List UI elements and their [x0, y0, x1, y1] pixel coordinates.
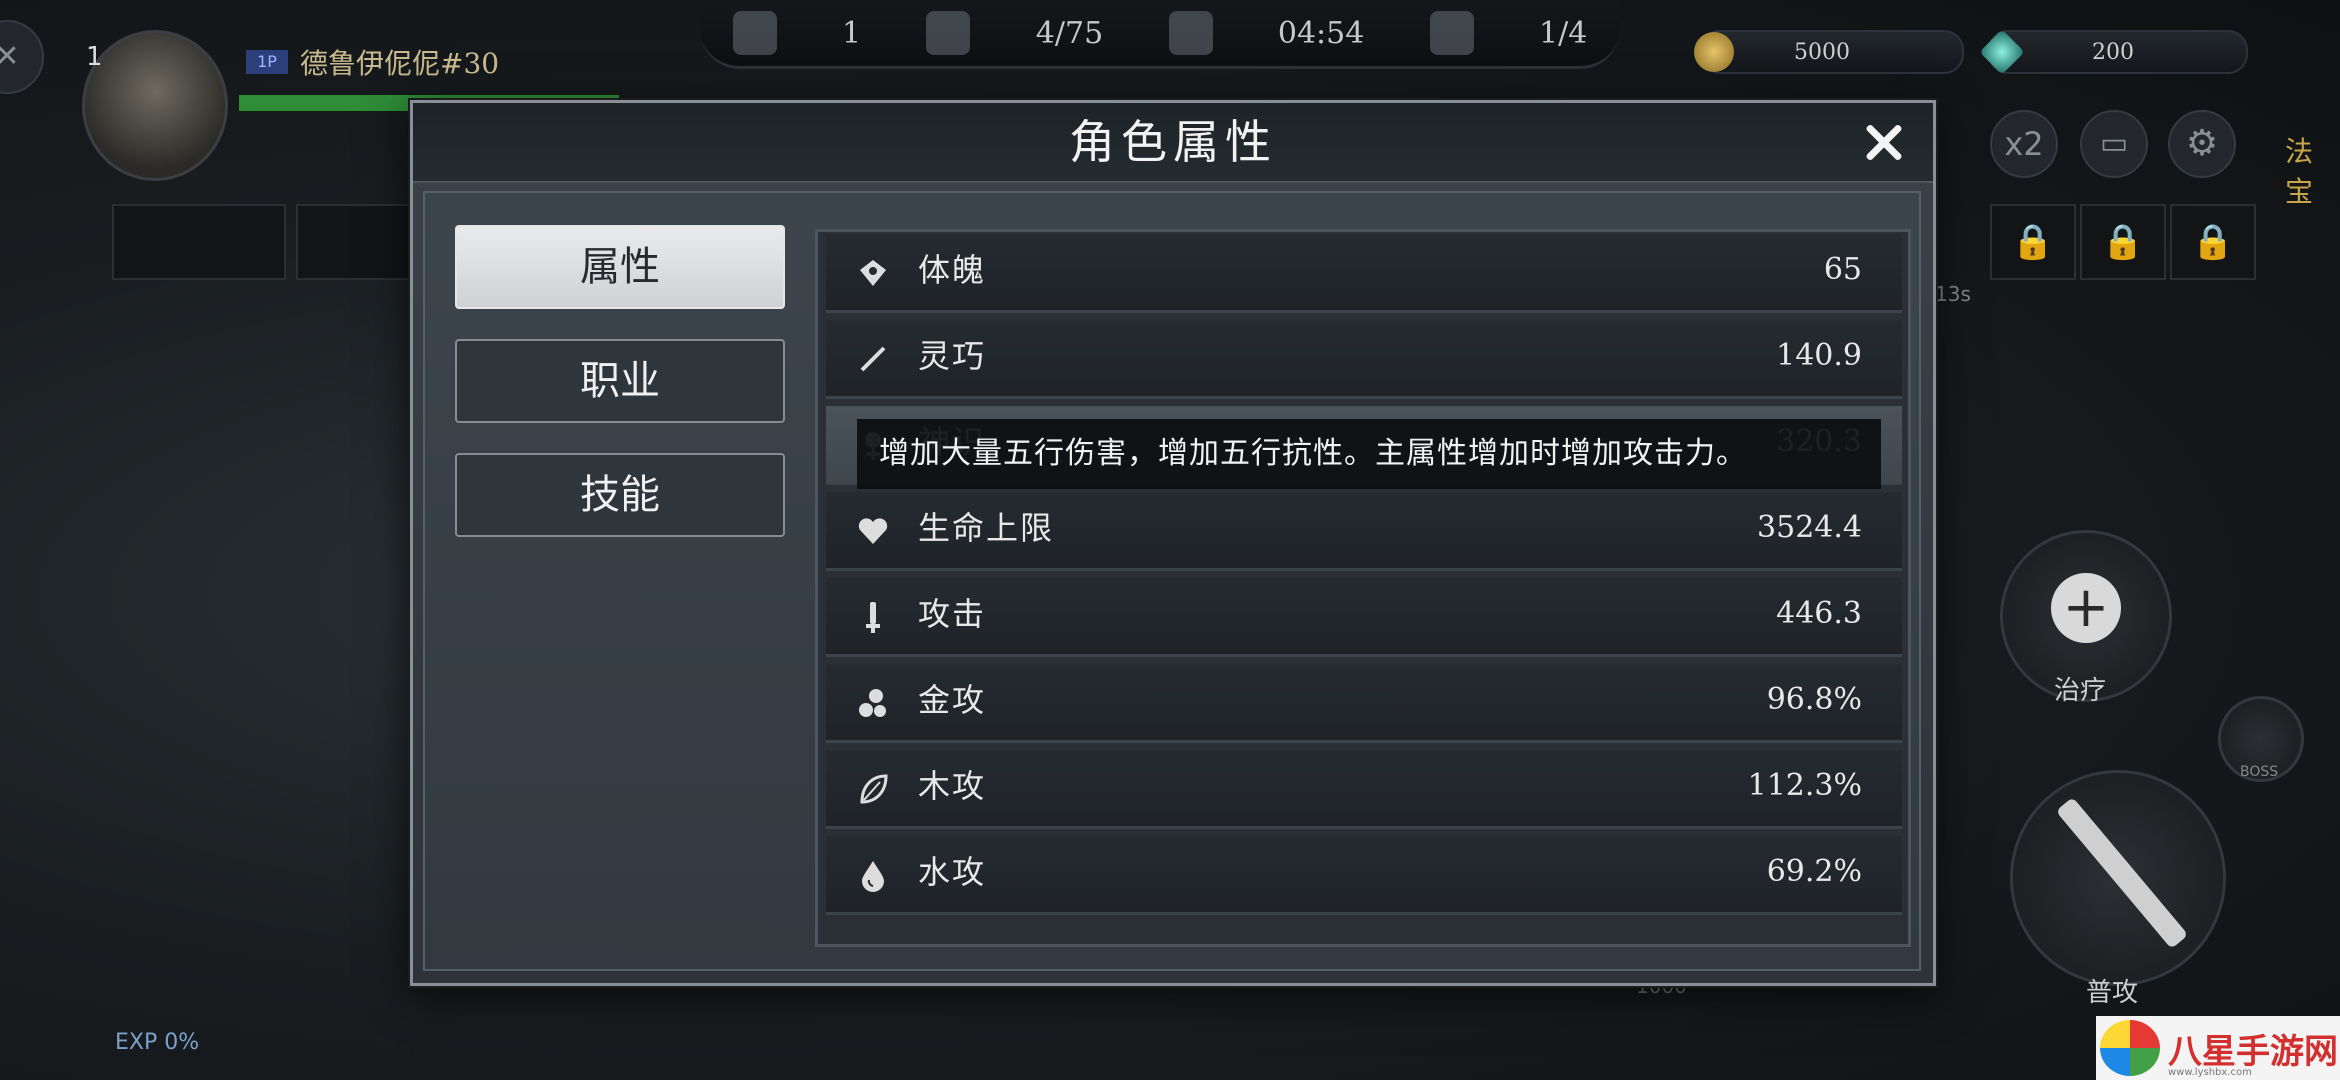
- attribute-name: 体魄: [918, 251, 987, 289]
- player-avatar[interactable]: [82, 30, 228, 181]
- attribute-row[interactable]: 金攻 96.8%: [826, 664, 1902, 743]
- lock-icon: 🔒: [2011, 222, 2055, 262]
- attribute-name: 攻击: [918, 595, 987, 633]
- heartbeat-icon: [926, 11, 971, 55]
- attribute-value: 112.3%: [1747, 768, 1862, 803]
- player-name: 德鲁伊伲伲#30: [300, 47, 500, 80]
- watermark-logo-icon: [2100, 1020, 2160, 1076]
- leaf-icon: [860, 774, 888, 804]
- jade-amount: 200: [2092, 39, 2134, 65]
- chat-icon[interactable]: ▭: [2080, 110, 2148, 178]
- boss-label: BOSS: [2240, 764, 2279, 780]
- cooldown-text: 13s: [1935, 282, 1971, 306]
- tab-skills[interactable]: 技能: [455, 453, 785, 537]
- heart-plus-icon: +: [2051, 573, 2121, 643]
- water-drop-icon: [862, 861, 884, 892]
- player-level: 1: [86, 42, 103, 72]
- heal-label: 治疗: [2054, 676, 2107, 706]
- attribute-value: 3524.4: [1757, 510, 1862, 545]
- lock-icon: 🔒: [2101, 222, 2145, 262]
- tab-profession[interactable]: 职业: [455, 339, 785, 423]
- attribute-tooltip: 增加大量五行伤害，增加五行抗性。主属性增加时增加攻击力。: [857, 419, 1881, 489]
- attribute-name: 生命上限: [918, 509, 1055, 547]
- attribute-name: 灵巧: [918, 337, 987, 375]
- attack-label: 普攻: [2086, 978, 2139, 1008]
- attribute-value: 140.9: [1776, 338, 1862, 373]
- tab-attributes[interactable]: 属性: [455, 225, 785, 309]
- character-attributes-dialog: 角色属性 属性 职业 技能 体魄 65 灵巧 140.9 神识 320.3: [410, 100, 1936, 986]
- spirit-icon: [860, 346, 886, 372]
- sword-icon: [866, 602, 880, 633]
- gear-icon[interactable]: ⚙: [2168, 110, 2236, 178]
- dialog-title: 角色属性: [1069, 115, 1277, 169]
- dialog-header: 角色属性: [413, 103, 1933, 183]
- sword-icon: [2055, 796, 2189, 950]
- jade-counter: 200: [1979, 29, 2248, 75]
- stat-value: 04:54: [1277, 15, 1365, 51]
- locked-slot[interactable]: 🔒: [1990, 204, 2076, 280]
- crossed-swords-icon: [1168, 11, 1213, 55]
- attribute-row[interactable]: 生命上限 3524.4: [826, 492, 1902, 571]
- attribute-value: 69.2%: [1766, 854, 1862, 889]
- stat-value: 1/4: [1539, 15, 1588, 51]
- demon-mask-icon: [1429, 11, 1474, 55]
- stat-value: 4/75: [1035, 15, 1104, 51]
- player-tag: 1P: [246, 50, 288, 74]
- site-watermark: 八星手游网 www.lyshbx.com: [2096, 1016, 2340, 1080]
- attribute-name: 水攻: [918, 853, 987, 891]
- gold-amount: 5000: [1794, 39, 1850, 65]
- stat-value: 1: [842, 15, 862, 51]
- watermark-text: 八星手游网: [2168, 1031, 2338, 1072]
- metal-icon: [859, 689, 886, 717]
- dialog-body: 属性 职业 技能 体魄 65 灵巧 140.9 神识 320.3 生命上限: [423, 191, 1921, 971]
- jade-icon: [1979, 29, 2025, 75]
- close-button[interactable]: [1857, 115, 1911, 169]
- attribute-name: 金攻: [918, 681, 987, 719]
- speed-button[interactable]: x2: [1990, 110, 2058, 178]
- attribute-row[interactable]: 木攻 112.3%: [826, 750, 1902, 829]
- attribute-value: 96.8%: [1766, 682, 1862, 717]
- attribute-row[interactable]: 水攻 69.2%: [826, 836, 1902, 915]
- exp-label: EXP 0%: [115, 1030, 200, 1055]
- fist-icon: [732, 11, 777, 55]
- gold-counter: 5000: [1694, 30, 1964, 74]
- attribute-value: 65: [1823, 252, 1862, 287]
- lock-icon: 🔒: [2191, 222, 2235, 262]
- attribute-row[interactable]: 灵巧 140.9: [826, 320, 1902, 399]
- attribute-row[interactable]: 体魄 65: [826, 234, 1902, 313]
- attribute-row[interactable]: 攻击 446.3: [826, 578, 1902, 657]
- locked-slot[interactable]: 🔒: [2170, 204, 2256, 280]
- back-button[interactable]: ✕: [0, 20, 44, 94]
- heart-icon: [858, 518, 888, 544]
- skill-slot-1[interactable]: [112, 204, 286, 280]
- coin-icon: [1694, 32, 1734, 72]
- attribute-value: 446.3: [1776, 596, 1862, 631]
- treasure-label: 法宝: [2285, 135, 2314, 208]
- attribute-list[interactable]: 体魄 65 灵巧 140.9 神识 320.3 生命上限 3524.4 攻击: [815, 229, 1911, 947]
- watermark-url: www.lyshbx.com: [2168, 1067, 2252, 1078]
- attribute-name: 木攻: [918, 767, 987, 805]
- skill-slot-2[interactable]: [296, 204, 410, 280]
- attack-button[interactable]: [2010, 770, 2226, 986]
- top-stats-bar: 1 4/75 04:54 1/4: [700, 0, 1620, 69]
- locked-slot[interactable]: 🔒: [2080, 204, 2166, 280]
- body-soul-icon: [860, 260, 886, 286]
